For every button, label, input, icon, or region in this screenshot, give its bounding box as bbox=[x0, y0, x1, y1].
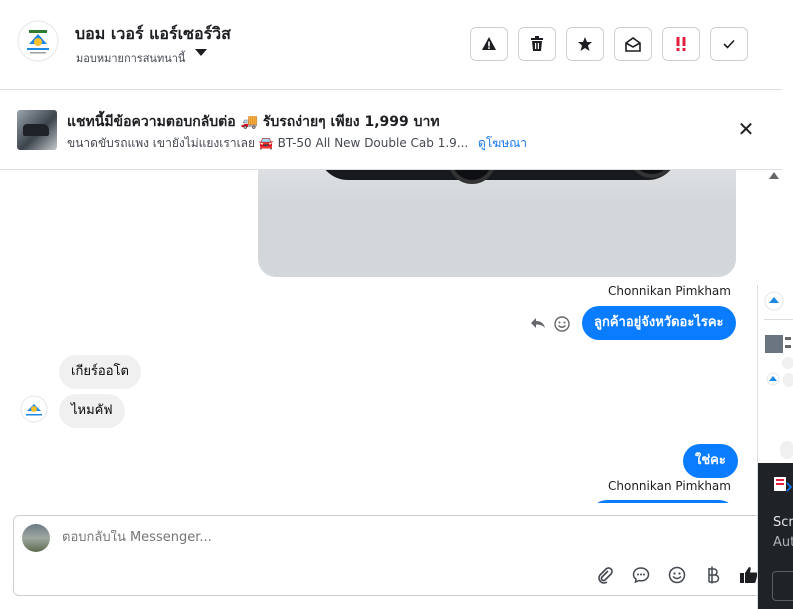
mark-unread-button[interactable] bbox=[614, 27, 652, 61]
baht-icon[interactable] bbox=[702, 564, 724, 586]
page-logo-mini bbox=[764, 291, 793, 387]
sender-name: Chonnikan Pimkham bbox=[608, 284, 731, 298]
warning-icon bbox=[482, 37, 496, 50]
exclamation-icon bbox=[676, 37, 686, 51]
trash-icon bbox=[531, 36, 543, 51]
saved-reply-icon[interactable] bbox=[630, 564, 652, 586]
outgoing-message[interactable]: ใช่คะ bbox=[683, 444, 738, 478]
emoji-icon[interactable] bbox=[666, 564, 688, 586]
page-title: บอม เวอร์ แอร์เซอร์วิส bbox=[75, 24, 231, 43]
incoming-message[interactable]: ไหมคัฟ bbox=[59, 394, 125, 428]
message-actions bbox=[530, 316, 570, 336]
side-notification-subtitle: Aut bbox=[773, 535, 793, 550]
envelope-open-icon bbox=[625, 37, 641, 52]
ad-description-text: ขนาดขับรถแพง เขายังไม่แยงเราเลย 🚘 BT-50 … bbox=[67, 136, 469, 150]
view-ad-link[interactable]: ดูโฆษณา bbox=[478, 136, 527, 150]
outgoing-message[interactable]: ลูกค้าอยู่จังหวัดอะไรคะ bbox=[582, 306, 736, 340]
ad-thumbnail[interactable] bbox=[17, 110, 57, 150]
page-logo bbox=[17, 20, 59, 62]
ad-title: แชทนี้มีข้อความตอบกลับต่อ 🚚 รับรถง่ายๆ เ… bbox=[67, 114, 440, 130]
star-button[interactable] bbox=[566, 27, 604, 61]
close-icon[interactable]: ✕ bbox=[736, 119, 756, 139]
side-notification-title: Scr bbox=[773, 515, 793, 530]
avatar bbox=[22, 524, 50, 552]
reply-icon[interactable] bbox=[530, 316, 546, 336]
reply-composer bbox=[13, 515, 771, 596]
conversation-header: บอม เวอร์ แอร์เซอร์วิส มอบหมายการสนทนานี… bbox=[0, 0, 782, 90]
thread-preview-bubble bbox=[780, 441, 793, 459]
composer-tools bbox=[594, 564, 760, 586]
ad-description: ขนาดขับรถแพง เขายังไม่แยงเราเลย 🚘 BT-50 … bbox=[67, 134, 527, 153]
incoming-message[interactable]: เกียร์ออโต bbox=[59, 355, 141, 389]
star-icon bbox=[578, 37, 592, 51]
outgoing-message-partial[interactable] bbox=[590, 500, 736, 503]
screenshot-app-icon bbox=[774, 477, 792, 492]
delete-button[interactable] bbox=[518, 27, 556, 61]
follow-up-button[interactable] bbox=[662, 27, 700, 61]
chevron-down-icon[interactable] bbox=[195, 49, 207, 56]
message-input[interactable] bbox=[62, 530, 662, 545]
floor-reflection bbox=[258, 200, 736, 277]
scroll-up-arrow-icon[interactable] bbox=[769, 172, 779, 179]
side-notification[interactable]: Scr Aut bbox=[758, 463, 793, 609]
shared-car-image[interactable] bbox=[258, 170, 736, 277]
check-icon bbox=[723, 39, 735, 49]
mark-done-button[interactable] bbox=[710, 27, 748, 61]
sender-name: Chonnikan Pimkham bbox=[608, 479, 731, 493]
side-panel: Scr Aut bbox=[757, 285, 793, 609]
react-icon[interactable] bbox=[554, 316, 570, 336]
header-actions bbox=[470, 27, 748, 61]
car-wheel-shape bbox=[448, 170, 496, 184]
assign-conversation-link[interactable]: มอบหมายการสนทนานี้ bbox=[76, 49, 185, 67]
side-notification-button[interactable] bbox=[772, 571, 793, 601]
contact-avatar[interactable] bbox=[20, 395, 48, 423]
car-body-shape bbox=[318, 170, 678, 180]
report-spam-button[interactable] bbox=[470, 27, 508, 61]
message-thread[interactable]: Chonnikan Pimkham ลูกค้าอยู่จังหวัดอะไรค… bbox=[0, 170, 765, 503]
ad-context-banner: แชทนี้มีข้อความตอบกลับต่อ 🚚 รับรถง่ายๆ เ… bbox=[0, 90, 782, 170]
attachment-icon[interactable] bbox=[594, 564, 616, 586]
